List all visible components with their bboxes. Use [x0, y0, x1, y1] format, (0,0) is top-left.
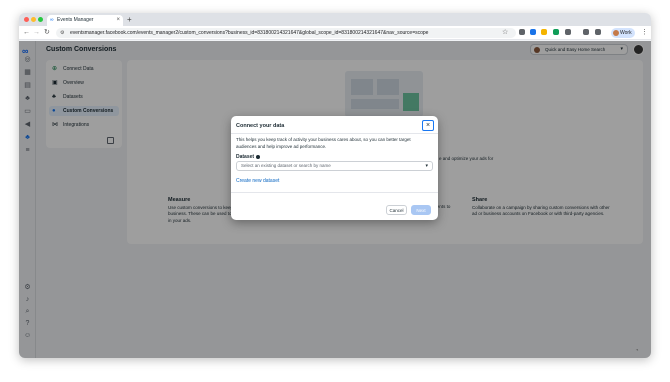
profile-icon[interactable]: [595, 29, 601, 35]
dataset-select[interactable]: Select an existing dataset or search by …: [236, 161, 433, 171]
tab-search-icon[interactable]: [583, 29, 589, 35]
maximize-window-button[interactable]: [38, 17, 43, 22]
forward-icon[interactable]: →: [33, 28, 40, 38]
site-info-icon[interactable]: ⚙: [60, 28, 64, 38]
profile-label: Work: [620, 30, 632, 36]
address-bar[interactable]: ⚙ eventsmanager.facebook.com/events_mana…: [56, 28, 516, 38]
back-icon[interactable]: ←: [23, 28, 30, 38]
extension-icon[interactable]: [519, 29, 525, 35]
extension-icon[interactable]: [553, 29, 559, 35]
cancel-button[interactable]: Cancel: [386, 205, 407, 215]
info-icon[interactable]: [256, 154, 260, 159]
close-window-button[interactable]: [24, 17, 29, 22]
close-tab-icon[interactable]: ×: [116, 15, 120, 26]
meta-icon: ∞: [50, 17, 54, 23]
extension-icon[interactable]: [541, 29, 547, 35]
chevron-down-icon: ▾: [425, 163, 428, 169]
browser-menu-icon[interactable]: ⋮: [641, 28, 648, 38]
reload-icon[interactable]: ↻: [44, 28, 50, 38]
next-button[interactable]: Next: [411, 205, 431, 215]
dialog-title: Connect your data: [236, 123, 285, 129]
extension-icon[interactable]: [530, 29, 536, 35]
profile-chip[interactable]: Work: [611, 28, 635, 38]
close-dialog-button[interactable]: ×: [422, 120, 434, 131]
minimize-window-button[interactable]: [31, 17, 36, 22]
divider: [231, 133, 438, 134]
tab-strip: ∞ Events Manager × +: [19, 13, 651, 26]
browser-toolbar: ← → ↻ ⚙ eventsmanager.facebook.com/event…: [19, 26, 651, 40]
dataset-label: Dataset: [236, 154, 255, 160]
connect-data-dialog: Connect your data × This helps you keep …: [231, 116, 438, 220]
extensions-puzzle-icon[interactable]: [565, 29, 571, 35]
browser-window: ∞ Events Manager × + ← → ↻ ⚙ eventsmanag…: [19, 13, 651, 358]
url-text: eventsmanager.facebook.com/events_manage…: [70, 30, 429, 36]
divider: [231, 192, 438, 193]
bookmark-star-icon[interactable]: ☆: [502, 28, 508, 38]
tab-title: Events Manager: [57, 17, 94, 23]
create-dataset-link[interactable]: Create new dataset: [236, 178, 279, 184]
dataset-select-placeholder: Select an existing dataset or search by …: [241, 163, 331, 168]
new-tab-button[interactable]: +: [127, 14, 132, 25]
avatar: [613, 30, 619, 36]
dialog-description: This helps you keep track of activity yo…: [236, 137, 411, 149]
browser-tab[interactable]: ∞ Events Manager ×: [47, 15, 123, 26]
